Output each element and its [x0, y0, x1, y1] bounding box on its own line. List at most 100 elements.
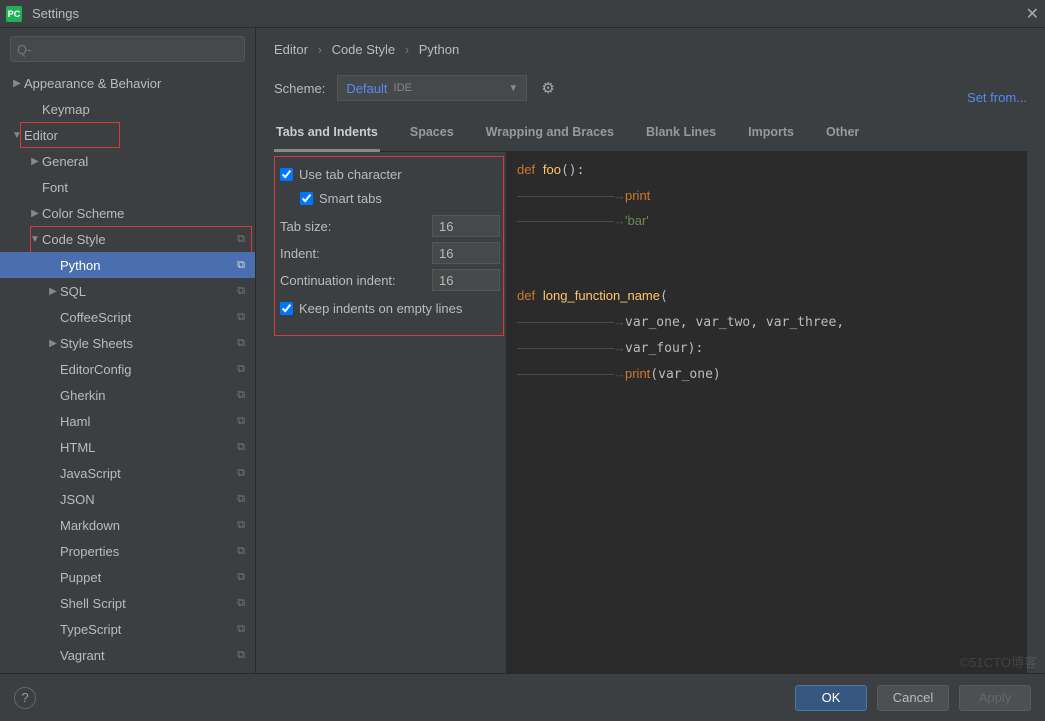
tab-tabs-and-indents[interactable]: Tabs and Indents [274, 119, 380, 152]
tab-wrapping-and-braces[interactable]: Wrapping and Braces [484, 119, 616, 151]
tab-size-label: Tab size: [280, 219, 432, 234]
tree-item-label: General [42, 154, 245, 169]
tree-item-label: Gherkin [60, 388, 237, 403]
scheme-label: Scheme: [274, 81, 325, 96]
tree-item-properties[interactable]: Properties⧉ [0, 538, 255, 564]
tree-item-vagrant[interactable]: Vagrant⧉ [0, 642, 255, 668]
use-tab-checkbox[interactable] [280, 168, 293, 181]
copy-icon: ⧉ [237, 311, 245, 324]
tree-item-editor[interactable]: ▼Editor [0, 122, 255, 148]
ok-button[interactable]: OK [795, 685, 867, 711]
tab-spaces[interactable]: Spaces [408, 119, 456, 151]
tab-blank-lines[interactable]: Blank Lines [644, 119, 718, 151]
tree-item-label: HTML [60, 440, 237, 455]
scheme-tag: IDE [394, 82, 412, 94]
help-button[interactable]: ? [14, 687, 36, 709]
keep-empty-row[interactable]: Keep indents on empty lines [280, 296, 500, 320]
keep-empty-checkbox[interactable] [280, 302, 293, 315]
window-title: Settings [32, 6, 79, 21]
tree-item-label: Shell Script [60, 596, 237, 611]
chevron-right-icon: › [318, 42, 322, 57]
tab-imports[interactable]: Imports [746, 119, 796, 151]
tree-item-label: Vagrant [60, 648, 237, 663]
tree-item-label: Appearance & Behavior [24, 76, 245, 91]
tree-item-code-style[interactable]: ▼Code Style⧉ [0, 226, 255, 252]
tree-item-typescript[interactable]: TypeScript⧉ [0, 616, 255, 642]
chevron-right-icon: › [405, 42, 409, 57]
tree-item-editorconfig[interactable]: EditorConfig⧉ [0, 356, 255, 382]
tree-item-font[interactable]: Font [0, 174, 255, 200]
copy-icon: ⧉ [237, 571, 245, 584]
breadcrumb-item[interactable]: Editor [274, 42, 308, 57]
copy-icon: ⧉ [237, 285, 245, 298]
smart-tabs-row[interactable]: Smart tabs [280, 186, 500, 210]
smart-tabs-label: Smart tabs [319, 191, 382, 206]
arrow-icon: ▶ [28, 208, 42, 219]
tree-item-label: SQL [60, 284, 237, 299]
keep-empty-label: Keep indents on empty lines [299, 301, 462, 316]
tree-item-keymap[interactable]: Keymap [0, 96, 255, 122]
tree-item-sql[interactable]: ▶SQL⧉ [0, 278, 255, 304]
tree-item-shell-script[interactable]: Shell Script⧉ [0, 590, 255, 616]
tree-item-html[interactable]: HTML⧉ [0, 434, 255, 460]
arrow-icon: ▶ [10, 78, 24, 89]
tree-item-label: Code Style [42, 232, 237, 247]
tree-item-appearance-behavior[interactable]: ▶Appearance & Behavior [0, 70, 255, 96]
copy-icon: ⧉ [237, 415, 245, 428]
use-tab-row[interactable]: Use tab character [280, 162, 500, 186]
copy-icon: ⧉ [237, 493, 245, 506]
copy-icon: ⧉ [237, 623, 245, 636]
tab-size-input[interactable] [432, 215, 500, 237]
scheme-select[interactable]: Default IDE ▼ [337, 75, 527, 101]
copy-icon: ⧉ [237, 389, 245, 402]
tree-item-markdown[interactable]: Markdown⧉ [0, 512, 255, 538]
copy-icon: ⧉ [237, 259, 245, 272]
copy-icon: ⧉ [237, 597, 245, 610]
tree-item-haml[interactable]: Haml⧉ [0, 408, 255, 434]
chevron-down-icon: ▼ [508, 83, 518, 94]
apply-button[interactable]: Apply [959, 685, 1031, 711]
arrow-icon: ▶ [28, 156, 42, 167]
tree-item-label: JavaScript [60, 466, 237, 481]
tree-item-color-scheme[interactable]: ▶Color Scheme [0, 200, 255, 226]
tree-item-label: Font [42, 180, 245, 195]
arrow-icon: ▼ [28, 234, 42, 245]
tabs: Tabs and Indents Spaces Wrapping and Brace… [274, 119, 1027, 152]
tab-other[interactable]: Other [824, 119, 861, 151]
tree-item-python[interactable]: Python⧉ [0, 252, 255, 278]
tree-item-label: Puppet [60, 570, 237, 585]
breadcrumb-item: Python [419, 42, 459, 57]
breadcrumb: Editor › Code Style › Python [274, 42, 1027, 57]
tree-item-json[interactable]: JSON⧉ [0, 486, 255, 512]
arrow-icon: ▼ [10, 130, 24, 141]
tree-item-javascript[interactable]: JavaScript⧉ [0, 460, 255, 486]
copy-icon: ⧉ [237, 649, 245, 662]
tree-item-label: Markdown [60, 518, 237, 533]
cancel-button[interactable]: Cancel [877, 685, 949, 711]
breadcrumb-item[interactable]: Code Style [332, 42, 396, 57]
app-icon: PC [6, 6, 22, 22]
set-from-link[interactable]: Set from... [967, 90, 1027, 105]
copy-icon: ⧉ [237, 441, 245, 454]
tree-item-label: Keymap [42, 102, 245, 117]
tree-item-general[interactable]: ▶General [0, 148, 255, 174]
code-preview: def foo(): ————————→print ————————→'bar'… [506, 152, 1027, 673]
settings-tree[interactable]: ▶Appearance & BehaviorKeymap▼Editor▶Gene… [0, 70, 255, 673]
cont-indent-input[interactable] [432, 269, 500, 291]
copy-icon: ⧉ [237, 545, 245, 558]
copy-icon: ⧉ [237, 363, 245, 376]
sidebar: ▶Appearance & BehaviorKeymap▼Editor▶Gene… [0, 28, 256, 673]
content-pane: Editor › Code Style › Python Scheme: Def… [256, 28, 1045, 673]
tree-item-style-sheets[interactable]: ▶Style Sheets⧉ [0, 330, 255, 356]
copy-icon: ⧉ [237, 467, 245, 480]
smart-tabs-checkbox[interactable] [300, 192, 313, 205]
indent-input[interactable] [432, 242, 500, 264]
footer: ? OK Cancel Apply [0, 673, 1045, 721]
tree-item-coffeescript[interactable]: CoffeeScript⧉ [0, 304, 255, 330]
close-icon[interactable]: ✕ [1026, 4, 1039, 24]
gear-icon[interactable]: ⚙ [541, 79, 554, 97]
tree-item-puppet[interactable]: Puppet⧉ [0, 564, 255, 590]
tree-item-gherkin[interactable]: Gherkin⧉ [0, 382, 255, 408]
tree-item-label: TypeScript [60, 622, 237, 637]
search-input[interactable] [10, 36, 245, 62]
